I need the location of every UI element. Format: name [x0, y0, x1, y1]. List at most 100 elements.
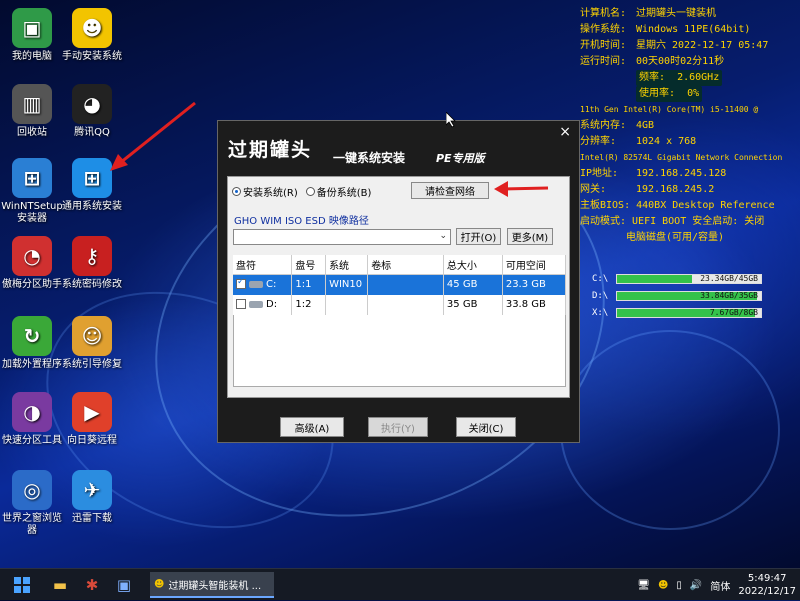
desktop-icon-pie[interactable]: ◑ 快速分区工具 [0, 392, 64, 447]
android-icon[interactable]: ☻ [658, 580, 668, 591]
row-checkbox[interactable] [236, 277, 246, 290]
drive-usage-list: C:\ 23.34GB/45GB D:\ 33.84GB/35GB X:\ 7.67GB/… [592, 272, 762, 323]
monitor-icon[interactable]: ▣ [112, 573, 136, 597]
sysinfo-value: 192.168.245.128 [636, 168, 727, 179]
sysinfo-value: 00天00时02分11秒 [636, 56, 725, 67]
desktop-icon-key[interactable]: ⚷ 系统密码修改 [60, 236, 124, 291]
dialog-title-bar: 过期罐头 一键系统安装 PE专用版 × [218, 121, 579, 183]
close-button[interactable]: 关闭(C) [456, 417, 516, 437]
desktop-icon-thunder[interactable]: ✈ 迅雷下载 [60, 470, 124, 525]
desktop-icon-android[interactable]: ☻ 手动安装系统 [60, 8, 124, 63]
drive-label: D:\ [592, 291, 609, 301]
desktop-icon-label: 迅雷下载 [72, 513, 112, 524]
key-icon: ⚷ [72, 236, 112, 276]
desktop-icon-label: 回收站 [17, 127, 47, 138]
sysinfo-row: 运行时间: 00天00时02分11秒 [580, 54, 798, 70]
volume-icon[interactable]: 🔊 [690, 580, 702, 591]
dialog-title-edition: PE专用版 [436, 152, 485, 165]
desktop-icon-globe[interactable]: ◎ 世界之窗浏览器 [0, 470, 64, 537]
desktop-icon-sunflower[interactable]: ▶ 向日葵远程 [60, 392, 124, 447]
refresh-icon: ↻ [12, 316, 52, 356]
android-icon: ☻ [72, 8, 112, 48]
desktop-icon-label: 加载外置程序 [2, 359, 62, 370]
taskbar: ▬ ✱ ▣ ☻ 过期罐头智能装机 ... 🖥 ☻ ▯ 🔊 简体 5:49:47 … [0, 568, 800, 600]
table-cell: 1:2 [291, 294, 327, 315]
desktop-icon-winntsetup[interactable]: ⊞ WinNTSetup安装器 [0, 158, 64, 225]
partition-table: 盘符盘号系统卷标总大小可用空间 C:1:1WIN1045 GB23.3 GBD:… [233, 255, 567, 315]
sysinfo-row: 网关: 192.168.245.2 [580, 182, 798, 198]
installer-dialog: 过期罐头 一键系统安装 PE专用版 × 安装系统(R) 备份系统(B) 请检查网… [217, 120, 580, 443]
desktop-icon-repair[interactable]: ☺ 系统引导修复 [60, 316, 124, 371]
drive-usage-fill [617, 275, 692, 283]
close-icon[interactable]: × [559, 124, 571, 140]
execute-button[interactable]: 执行(Y) [368, 417, 428, 437]
table-cell: 33.8 GB [502, 294, 567, 315]
desktop-icon-label: 腾讯QQ [74, 127, 110, 138]
desktop-icon-label: 世界之窗浏览器 [2, 513, 62, 536]
arrow-to-icon [119, 101, 196, 165]
recycle-bin-icon: ▥ [12, 84, 52, 124]
table-row[interactable]: D: 1:2 35 GB 33.8 GB [233, 294, 567, 315]
ime-indicator[interactable]: 简体 [710, 578, 730, 593]
advanced-button[interactable]: 高级(A) [280, 417, 344, 437]
dialog-title-brand: 过期罐头 [228, 139, 313, 161]
usb-icon[interactable]: ▯ [676, 580, 682, 591]
drive-label: X:\ [592, 308, 609, 318]
drive-usage-bar: 23.34GB/45GB [616, 274, 762, 284]
table-cell [325, 294, 369, 315]
desktop-icon-label: 手动安装系统 [62, 51, 122, 62]
check-network-button[interactable]: 请检查网络 [411, 182, 489, 199]
sysinfo-row: 计算机名: 过期罐头一键装机 [580, 6, 798, 22]
column-header[interactable]: 系统 [325, 255, 369, 275]
disk-icon [249, 280, 263, 288]
globe-icon: ◎ [12, 470, 52, 510]
install-system-radio[interactable]: 安装系统(R) [232, 184, 298, 199]
more-button[interactable]: 更多(M) [507, 228, 553, 245]
column-header[interactable]: 卷标 [367, 255, 444, 275]
backup-system-radio[interactable]: 备份系统(B) [305, 184, 371, 199]
dialog-title-text: 一键系统安装 [333, 151, 406, 165]
sysinfo-key: 计算机名: [580, 8, 627, 19]
open-button[interactable]: 打开(O) [456, 228, 501, 245]
desktop-icon-refresh[interactable]: ↻ 加载外置程序 [0, 316, 64, 371]
row-checkbox[interactable] [236, 299, 246, 309]
desktop-icon-partition[interactable]: ◔ 傲梅分区助手 [0, 236, 64, 291]
column-header[interactable]: 可用空间 [502, 255, 567, 275]
image-path-select[interactable]: ⌄ [233, 229, 451, 245]
sysinfo-value: 4GB [636, 120, 655, 131]
sysinfo-key: IP地址: [580, 168, 619, 179]
column-header[interactable]: 盘号 [291, 255, 327, 275]
desktop-icon-label: 我的电脑 [12, 51, 52, 62]
file-explorer-icon[interactable]: ▬ [48, 573, 72, 597]
column-header[interactable]: 总大小 [443, 255, 503, 275]
bios-info: 主板BIOS: 440BX Desktop Reference [580, 200, 775, 211]
desktop-icon-windows[interactable]: ⊞ 通用系统安装 [60, 158, 124, 213]
drive-usage-bar: 7.67GB/8GB [616, 308, 762, 318]
table-row[interactable]: C:1:1WIN1045 GB23.3 GB [233, 274, 567, 295]
column-header[interactable]: 盘符 [233, 255, 293, 275]
desktop-icon-computer[interactable]: ▣ 我的电脑 [0, 8, 64, 63]
disk-header: 电脑磁盘(可用/容量) [626, 232, 725, 243]
sysinfo-value: 过期罐头一键装机 [636, 8, 716, 19]
dialog-body: 安装系统(R) 备份系统(B) 请检查网络 GHO WIM ISO ESD 映像… [227, 176, 570, 398]
sysinfo-value: 1024 x 768 [636, 136, 697, 147]
clock[interactable]: 5:49:47 2022/12/17 [738, 572, 796, 598]
table-cell: 1:1 [291, 274, 327, 295]
qq-icon: ◕ [72, 84, 112, 124]
desktop-icon-label: 向日葵远程 [67, 435, 117, 446]
sysinfo-key: 操作系统: [580, 24, 627, 35]
sysinfo-row: 开机时间: 星期六 2022-12-17 05:47 [580, 38, 798, 54]
chevron-down-icon[interactable]: ⌄ [439, 231, 447, 241]
boot-mode: 启动模式: UEFI BOOT 安全启动: 关闭 [580, 216, 765, 227]
sysinfo-row: IP地址: 192.168.245.128 [580, 166, 798, 182]
cpu-usage: 使用率: 0% [636, 86, 703, 102]
winntsetup-icon: ⊞ [12, 158, 52, 198]
tools-icon[interactable]: ✱ [80, 573, 104, 597]
sysinfo-value: 192.168.245.2 [636, 184, 715, 195]
start-windows-icon[interactable] [10, 573, 34, 597]
network-icon[interactable]: 🖥 [637, 580, 650, 591]
desktop-icon-qq[interactable]: ◕ 腾讯QQ [60, 84, 124, 139]
taskbar-app-installer[interactable]: ☻ 过期罐头智能装机 ... [150, 572, 274, 598]
desktop-icon-recycle-bin[interactable]: ▥ 回收站 [0, 84, 64, 139]
computer-icon: ▣ [12, 8, 52, 48]
